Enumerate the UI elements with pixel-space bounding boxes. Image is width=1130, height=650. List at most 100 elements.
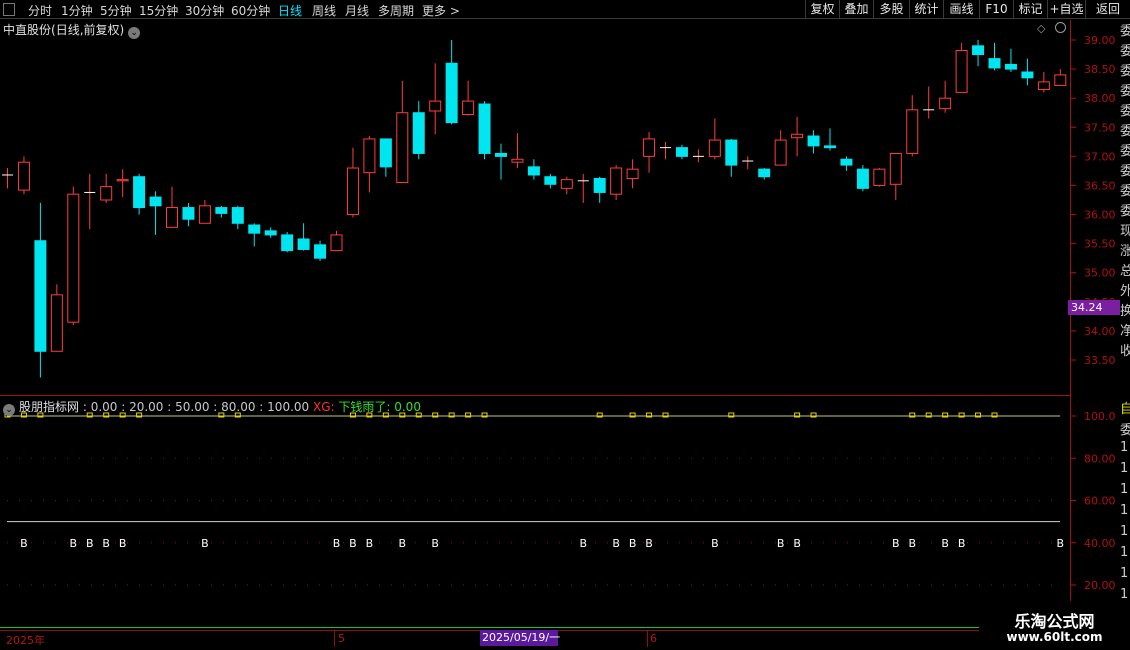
xg-value: 下钱雨了: 0.00 bbox=[338, 400, 421, 414]
candle-body-down bbox=[544, 176, 557, 185]
candle-body-up bbox=[50, 294, 63, 352]
right-strip-char: 1 bbox=[1120, 461, 1129, 476]
candle-body-down bbox=[840, 158, 853, 166]
right-info-strip-lower: 自委111111111 bbox=[1120, 398, 1130, 628]
candle-body-up bbox=[198, 205, 211, 224]
candle-body-up bbox=[17, 161, 30, 191]
candle-body-up bbox=[166, 207, 178, 228]
right-strip-char: 委 bbox=[1120, 144, 1130, 159]
right-strip-char: 委 bbox=[1120, 44, 1130, 59]
date-label-june: 6 bbox=[650, 632, 657, 645]
indicator-header: ⌄ 股朋指标网 : 0.00 : 20.00 : 50.00 : 80.00 : … bbox=[3, 398, 421, 416]
candle-body-up bbox=[67, 193, 80, 323]
buy-marker: B bbox=[645, 537, 653, 550]
candle-body-up bbox=[873, 168, 886, 186]
month-separator bbox=[334, 631, 335, 647]
candle-body-down bbox=[248, 224, 261, 234]
right-strip-char: 现 bbox=[1120, 224, 1130, 239]
right-strip-char: 换 bbox=[1120, 304, 1130, 319]
candle-body-up bbox=[363, 138, 376, 174]
indicator-tick-label: 60.00 bbox=[1084, 495, 1116, 508]
candle-body-up bbox=[643, 138, 656, 157]
candle-body-up bbox=[1054, 74, 1067, 86]
candle-body-up bbox=[429, 100, 442, 112]
candle-body-down bbox=[264, 230, 277, 236]
candle-body-down bbox=[314, 244, 327, 259]
candle-body-down bbox=[379, 138, 392, 168]
candle-body-up bbox=[774, 139, 787, 166]
indicator-tick-label: 40.00 bbox=[1084, 537, 1116, 550]
date-label-may: 5 bbox=[338, 632, 345, 645]
buy-marker: B bbox=[102, 537, 110, 550]
candle-body-down bbox=[675, 147, 688, 157]
buy-marker: B bbox=[349, 537, 357, 550]
buy-marker: B bbox=[20, 537, 28, 550]
price-tick-label: 36.00 bbox=[1084, 209, 1116, 222]
watermark-url: www.60lt.com bbox=[1006, 630, 1103, 644]
candle-body-down bbox=[445, 62, 458, 124]
buy-marker: B bbox=[793, 537, 801, 550]
right-strip-char: 1 bbox=[1120, 545, 1129, 560]
candle-body-up bbox=[626, 168, 639, 179]
candle-body-down bbox=[478, 103, 491, 154]
indicator-tick-label: 20.00 bbox=[1084, 579, 1116, 592]
buy-marker: B bbox=[333, 537, 341, 550]
right-strip-char: 1 bbox=[1120, 440, 1129, 455]
candle-body-up bbox=[330, 234, 343, 252]
right-strip-char: 净 bbox=[1120, 324, 1130, 339]
candle-body-up bbox=[511, 158, 524, 163]
right-strip-char: 1 bbox=[1120, 524, 1129, 539]
candle-body-up bbox=[889, 152, 902, 185]
current-price-tag: 34.24 bbox=[1068, 300, 1120, 315]
indicator-params: : 0.00 : 20.00 : 50.00 : 80.00 : 100.00 bbox=[82, 400, 310, 414]
buy-marker: B bbox=[612, 537, 620, 550]
price-tick-label: 33.50 bbox=[1084, 354, 1116, 367]
price-tick-label: 39.00 bbox=[1084, 34, 1116, 47]
candle-body-down bbox=[281, 234, 294, 252]
candle-body-down bbox=[182, 207, 195, 220]
buy-marker: B bbox=[1057, 537, 1065, 550]
right-strip-char: 自 bbox=[1120, 402, 1130, 417]
watermark: 乐淘公式网 www.60lt.com bbox=[979, 601, 1130, 650]
right-strip-char: 总 bbox=[1120, 264, 1130, 279]
candle-body-down bbox=[133, 176, 146, 209]
price-tick-label: 35.00 bbox=[1084, 267, 1116, 280]
date-cursor-label: 2025/05/19/一 bbox=[480, 630, 561, 646]
right-strip-char: 委 bbox=[1120, 164, 1130, 179]
month-separator bbox=[647, 631, 648, 647]
candle-body-down bbox=[149, 196, 162, 207]
chevron-down-icon[interactable]: ⌄ bbox=[3, 404, 15, 416]
right-strip-char: 1 bbox=[1120, 566, 1129, 581]
price-tick-label: 35.50 bbox=[1084, 238, 1116, 251]
candle-body-down bbox=[856, 168, 869, 189]
right-strip-char: 委 bbox=[1120, 204, 1130, 219]
buy-marker: B bbox=[70, 537, 78, 550]
buy-marker: B bbox=[579, 537, 587, 550]
buy-marker: B bbox=[431, 537, 439, 550]
buy-marker: B bbox=[366, 537, 374, 550]
price-tick-label: 38.00 bbox=[1084, 92, 1116, 105]
right-strip-char: 1 bbox=[1120, 503, 1129, 518]
candle-body-down bbox=[807, 135, 820, 147]
date-axis: 2025年 5 6 bbox=[0, 630, 1130, 647]
candle-body-down bbox=[1004, 63, 1017, 70]
price-tick-label: 37.00 bbox=[1084, 150, 1116, 163]
candle-body-up bbox=[1037, 81, 1050, 90]
candle-body-down bbox=[215, 207, 228, 214]
candle-body-up bbox=[116, 179, 129, 182]
right-strip-char: 委 bbox=[1120, 124, 1130, 139]
date-label-year: 2025年 bbox=[6, 634, 45, 647]
candlestick-chart[interactable]: 39.00 38.50 38.00 37.50 37.00 36.50 36.00 35.50… bbox=[0, 0, 1130, 650]
right-strip-char: 1 bbox=[1120, 482, 1129, 497]
candle-body-up bbox=[906, 109, 919, 154]
candle-body-down bbox=[527, 166, 540, 176]
buy-marker: B bbox=[629, 537, 637, 550]
right-strip-char: 外 bbox=[1120, 284, 1130, 299]
indicator-tick-label: 100.0 bbox=[1084, 410, 1116, 423]
right-strip-char: 委 bbox=[1120, 24, 1130, 39]
right-strip-char: 委 bbox=[1120, 104, 1130, 119]
candle-body-up bbox=[939, 97, 952, 110]
indicator-name[interactable]: 股朋指标网 bbox=[19, 400, 79, 414]
candle-body-down bbox=[412, 112, 425, 154]
right-strip-char: 委 bbox=[1120, 423, 1130, 438]
